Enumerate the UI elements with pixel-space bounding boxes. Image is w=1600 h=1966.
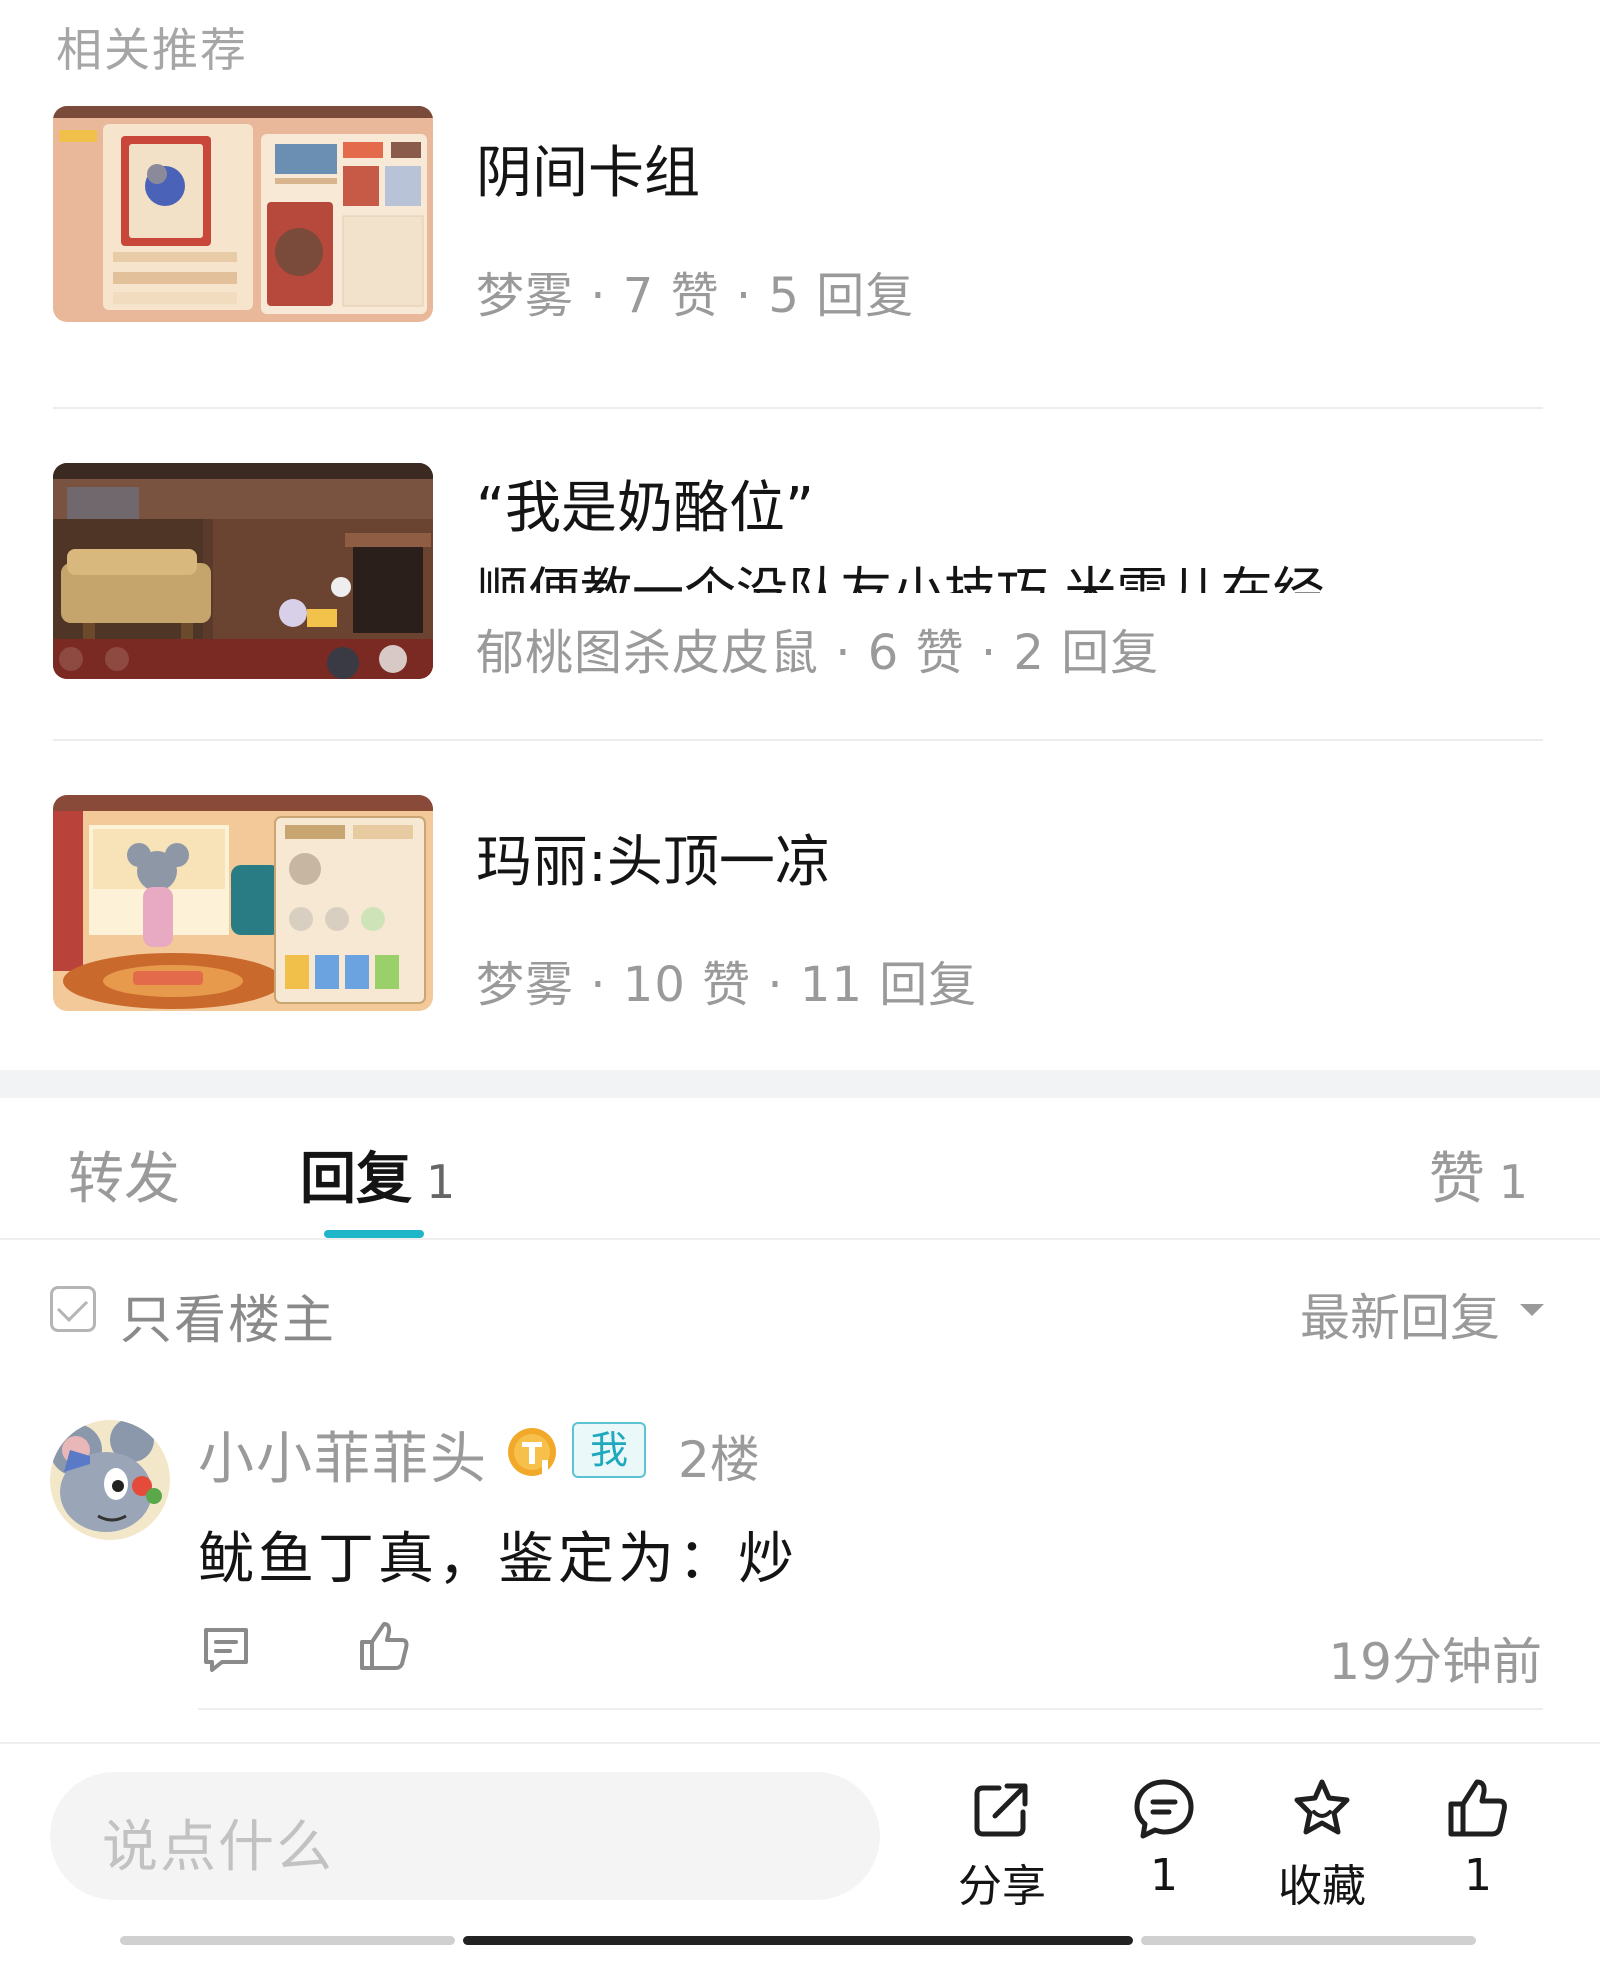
tab-reply-count: 1 (426, 1155, 456, 1209)
tab-bar: 转发 回复 1 赞1 (0, 1098, 1600, 1240)
reply-icon[interactable] (198, 1622, 254, 1678)
gesture-bar (1141, 1936, 1476, 1945)
floor-number: 2楼 (678, 1431, 760, 1489)
comment-text: 鱿鱼丁真，鉴定为：炒 (198, 1527, 798, 1592)
share-button[interactable]: 分享 (942, 1776, 1062, 1926)
meta-separator: · (964, 625, 1014, 681)
recommendation-author: 梦雾 (476, 268, 575, 324)
tab-forward[interactable]: 转发 (68, 1134, 180, 1215)
bottom-action-bar: 说点什么 分享 1 收藏 1 (0, 1742, 1600, 1932)
meta-separator: · (719, 268, 769, 324)
divider (53, 407, 1543, 409)
meta-separator: · (574, 957, 623, 1013)
comment-timestamp: 19分钟前 (1328, 1633, 1542, 1691)
tab-reply[interactable]: 回复 1 (300, 1134, 455, 1215)
recommendation-replies: 5 回复 (768, 268, 915, 324)
share-label: 分享 (958, 1861, 1046, 1912)
recommendation-meta: 梦雾 · 10 赞 · 11 回复 (476, 945, 977, 1015)
recommendation-item[interactable]: 玛丽:头顶一凉 梦雾 · 10 赞 · 11 回复 (53, 795, 1543, 1027)
recommendation-meta: 梦雾 · 7 赞 · 5 回复 (476, 256, 914, 326)
recommendation-meta: 郁桃图杀皮皮鼠 · 6 赞 · 2 回复 (476, 613, 1159, 683)
recommendation-item[interactable]: 阴间卡组 梦雾 · 7 赞 · 5 回复 (53, 106, 1543, 338)
meta-separator: · (751, 957, 800, 1013)
recommendation-item[interactable]: “我是奶酪位” 顺便教一个没队友小技巧 米雪儿在经 郁桃图杀皮皮鼠 · 6 赞 … (53, 463, 1543, 695)
filter-row: 只看楼主 最新回复 (0, 1262, 1600, 1352)
like-count: 1 (1464, 1850, 1492, 1901)
recommendation-replies: 2 回复 (1013, 625, 1160, 681)
only-op-label[interactable]: 只看楼主 (120, 1278, 336, 1353)
tab-forward-label: 转发 (68, 1147, 180, 1212)
section-separator (0, 1070, 1600, 1098)
recommendation-author: 梦雾 (476, 957, 575, 1013)
like-button[interactable]: 1 (1418, 1776, 1538, 1926)
recommendation-likes: 10 赞 (622, 957, 752, 1013)
meta-separator: · (819, 625, 868, 681)
level-badge-icon (506, 1426, 558, 1478)
recommendation-thumbnail (53, 463, 433, 679)
tab-like-label: 赞 (1428, 1147, 1485, 1212)
tab-reply-label: 回复 (300, 1147, 412, 1212)
share-icon (974, 1783, 1028, 1837)
tab-like-count: 1 (1498, 1155, 1528, 1209)
divider (198, 1708, 1543, 1710)
recommendation-author: 郁桃图杀皮皮鼠 (476, 625, 820, 681)
recommendation-subtitle: 顺便教一个没队友小技巧 米雪儿在经 (476, 563, 1325, 593)
thumbs-up-icon[interactable] (356, 1618, 412, 1674)
star-icon (1294, 1779, 1350, 1835)
comment-button[interactable]: 1 (1104, 1776, 1224, 1926)
section-title: 相关推荐 (56, 23, 248, 77)
comment-icon (1134, 1779, 1194, 1839)
recommendation-thumbnail (53, 106, 433, 322)
sort-dropdown[interactable]: 最新回复 (1300, 1278, 1500, 1350)
recommendation-title: 玛丽:头顶一凉 (476, 830, 831, 895)
recommendation-replies: 11 回复 (799, 957, 978, 1013)
favorite-label: 收藏 (1278, 1861, 1366, 1912)
avatar[interactable] (50, 1420, 170, 1540)
active-tab-indicator (324, 1230, 424, 1238)
recommendation-likes: 7 赞 (622, 268, 720, 324)
comment-input[interactable]: 说点什么 (50, 1772, 880, 1900)
only-op-checkbox[interactable] (50, 1286, 96, 1332)
comment-count: 1 (1150, 1850, 1178, 1901)
meta-separator: · (574, 268, 623, 324)
recommendation-title: 阴间卡组 (476, 141, 700, 206)
recommendation-likes: 6 赞 (867, 625, 965, 681)
favorite-button[interactable]: 收藏 (1262, 1776, 1382, 1926)
me-badge: 我 (572, 1422, 646, 1478)
gesture-bar (120, 1936, 455, 1945)
divider (53, 739, 1543, 741)
recommendation-title: “我是奶酪位” (476, 476, 815, 541)
thumbs-up-icon (1448, 1779, 1507, 1837)
gesture-bar[interactable] (463, 1936, 1133, 1945)
recommendation-thumbnail (53, 795, 433, 1011)
chevron-down-icon[interactable] (1520, 1304, 1544, 1316)
comment-username[interactable]: 小小菲菲头 (198, 1414, 488, 1495)
comment-item: 小小菲菲头 我 2楼 鱿鱼丁真，鉴定为：炒 19分钟前 (0, 1390, 1600, 1720)
tab-like[interactable]: 赞1 (1429, 1134, 1528, 1215)
comment-input-placeholder: 说点什么 (102, 1815, 334, 1880)
